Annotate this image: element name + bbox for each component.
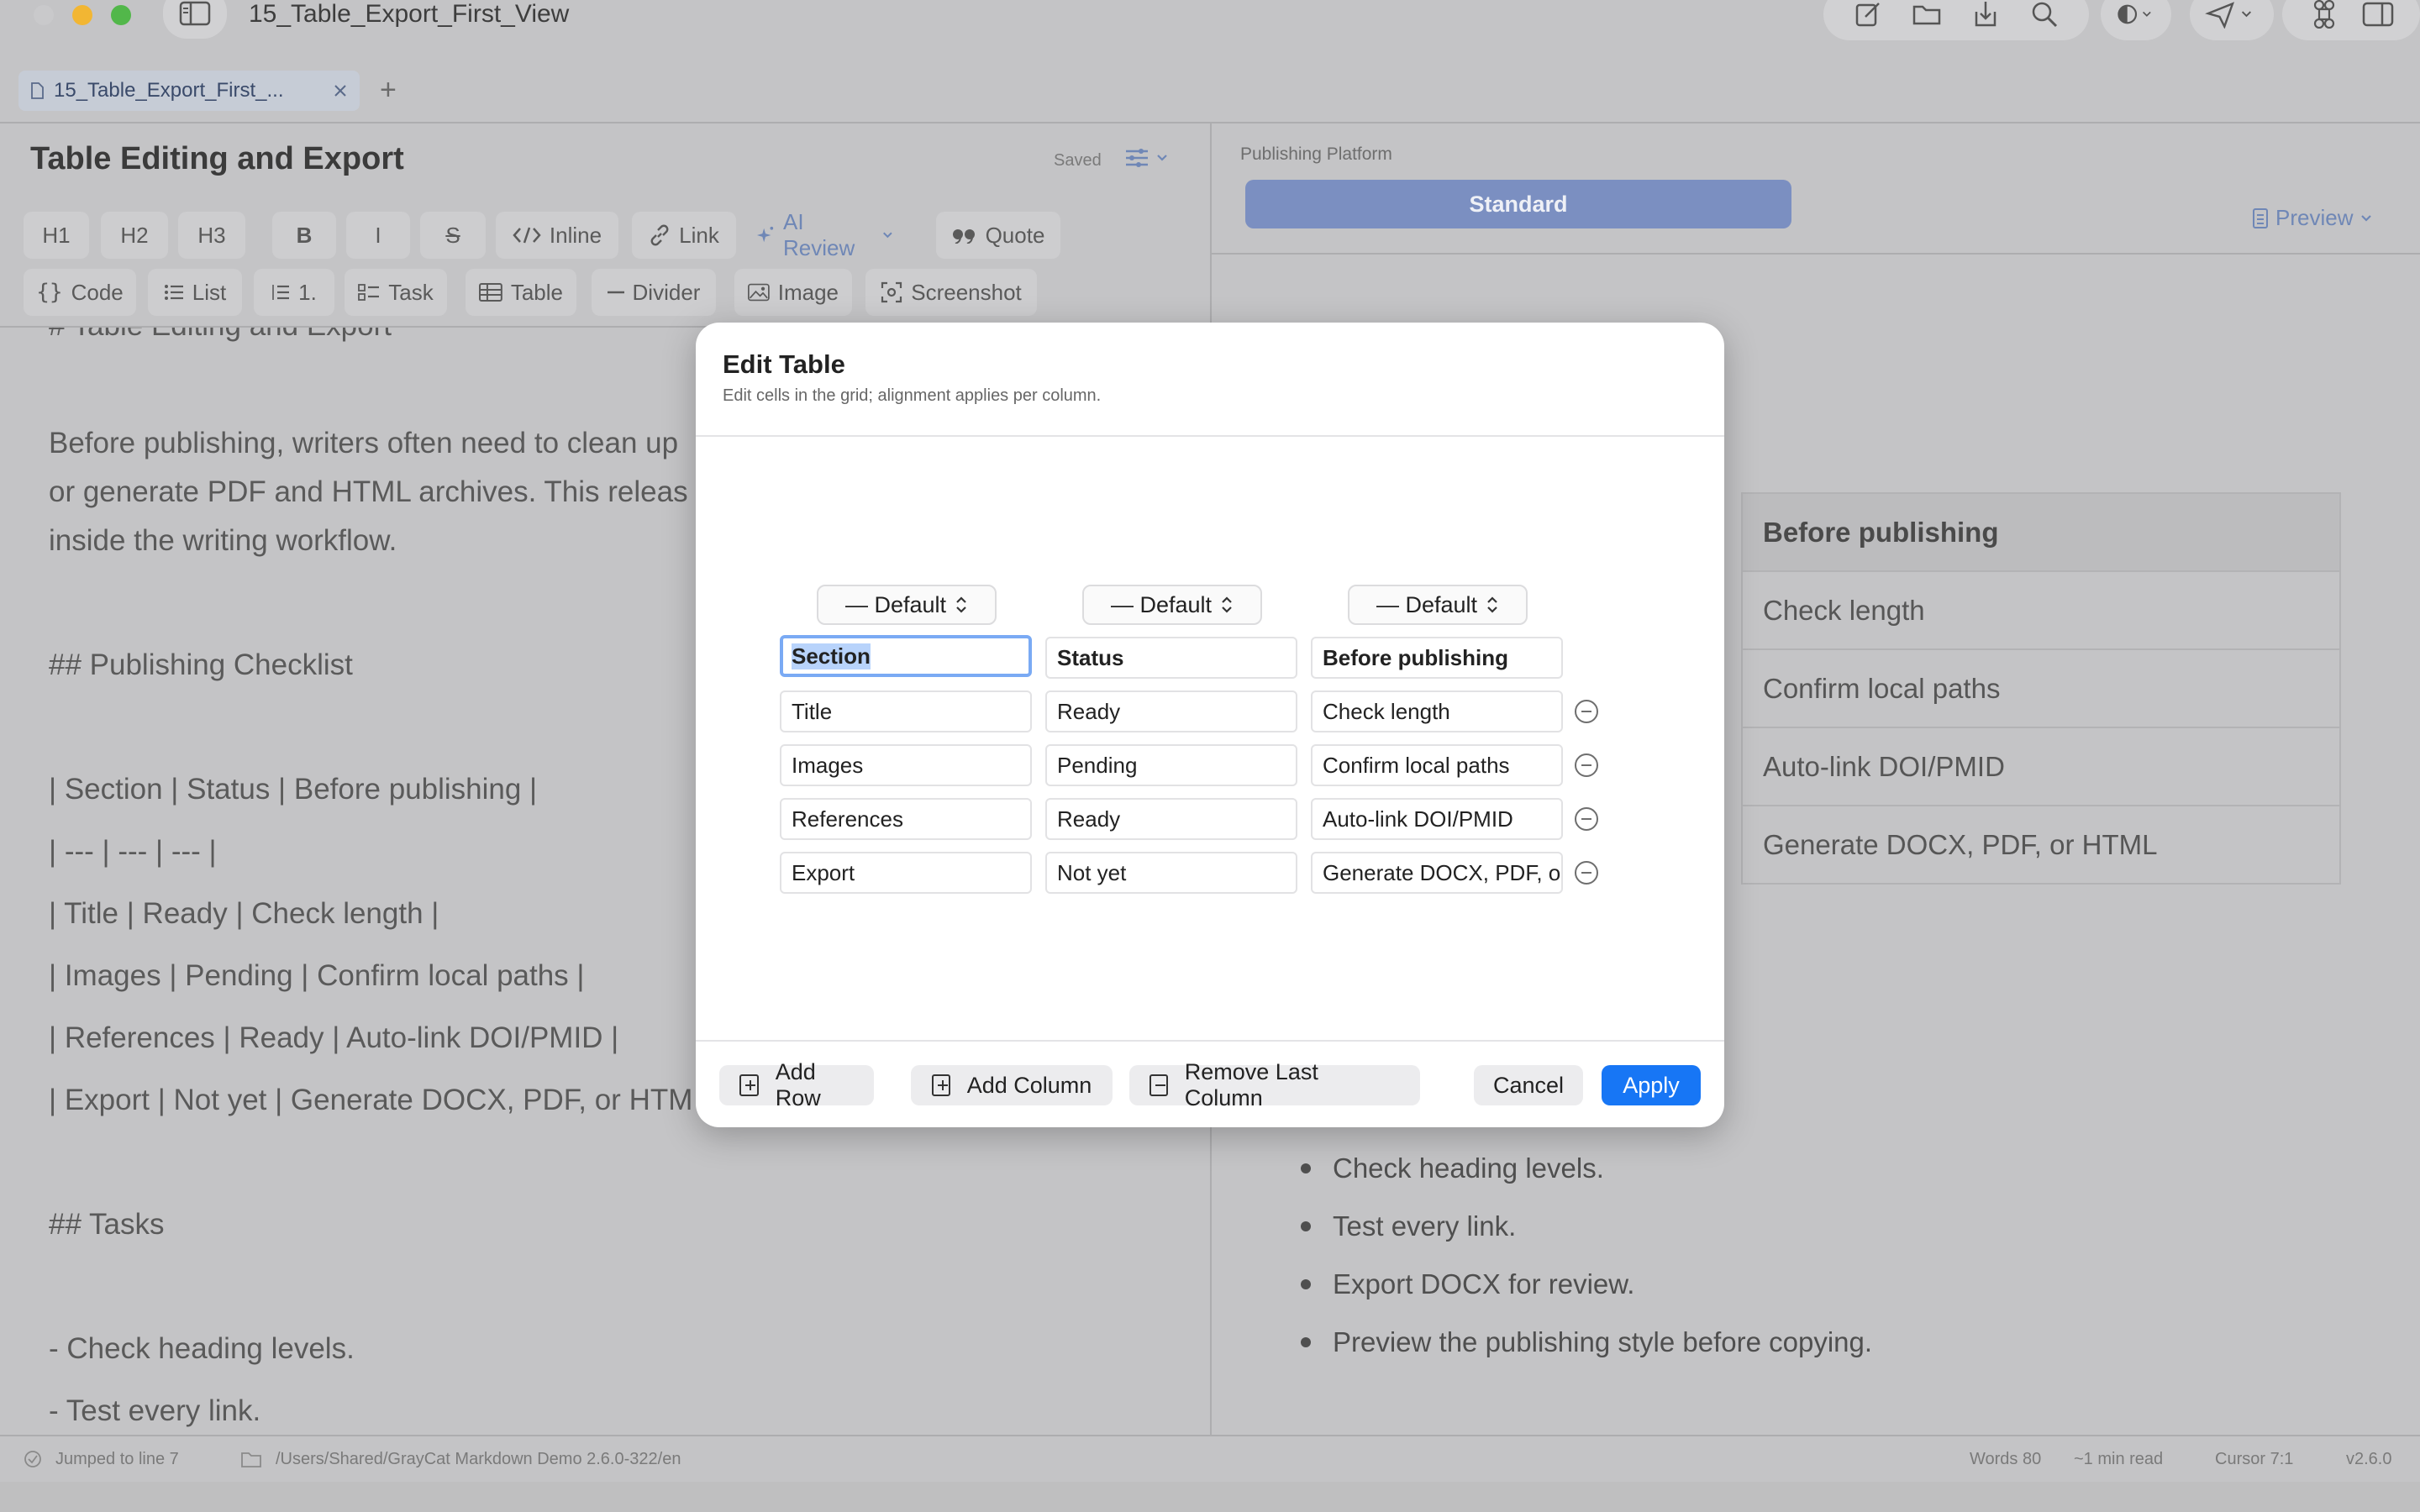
cell-input[interactable]: Pending [1045,744,1297,786]
header-cell-input[interactable]: Before publishing [1311,637,1563,679]
remove-row-button[interactable] [1575,700,1598,723]
alignment-value: — Default [1110,591,1213,617]
up-down-chevron-icon [956,596,966,613]
edit-table-dialog: Edit Table Edit cells in the grid; align… [696,323,1724,1127]
header-cell-input[interactable]: Status [1045,637,1297,679]
remove-last-column-button[interactable]: Remove Last Column [1129,1059,1420,1110]
add-column-icon [931,1074,950,1096]
up-down-chevron-icon [1487,596,1497,613]
dialog-subtitle: Edit cells in the grid; alignment applie… [723,386,1102,405]
cell-input[interactable]: Generate DOCX, PDF, or HTML [1311,852,1563,894]
cell-input[interactable]: Title [780,690,1032,732]
cell-input[interactable]: Check length [1311,690,1563,732]
column-alignment-select[interactable]: — Default [817,585,997,625]
dialog-header-divider [696,435,1724,437]
column-alignment-select[interactable]: — Default [1348,585,1528,625]
dialog-footer-divider [696,1040,1724,1042]
cell-input[interactable]: Not yet [1045,852,1297,894]
remove-column-icon [1150,1074,1168,1096]
cell-input[interactable]: Confirm local paths [1311,744,1563,786]
cell-input[interactable]: Export [780,852,1032,894]
alignment-value: — Default [1376,591,1478,617]
remove-row-button[interactable] [1575,861,1598,885]
column-alignment-select[interactable]: — Default [1082,585,1262,625]
remove-row-button[interactable] [1575,753,1598,777]
selected-text: Section [792,643,871,669]
add-row-icon [739,1074,759,1096]
remove-column-label: Remove Last Column [1184,1059,1318,1110]
cell-input[interactable]: References [780,798,1032,840]
cell-input[interactable]: Auto-link DOI/PMID [1311,798,1563,840]
header-cell-input[interactable]: Section [780,635,1032,677]
cancel-button[interactable]: Cancel [1474,1065,1583,1105]
cell-input[interactable]: Ready [1045,798,1297,840]
cell-input[interactable]: Ready [1045,690,1297,732]
add-row-label: Add Row [775,1059,821,1110]
cell-input[interactable]: Images [780,744,1032,786]
up-down-chevron-icon [1222,596,1232,613]
dialog-title: Edit Table [723,349,845,379]
apply-button[interactable]: Apply [1602,1065,1701,1105]
alignment-value: — Default [844,591,947,617]
add-row-button[interactable]: Add Row [719,1059,874,1110]
add-column-button[interactable]: Add Column [911,1065,1113,1105]
add-column-label: Add Column [966,1072,1092,1098]
remove-row-button[interactable] [1575,807,1598,831]
